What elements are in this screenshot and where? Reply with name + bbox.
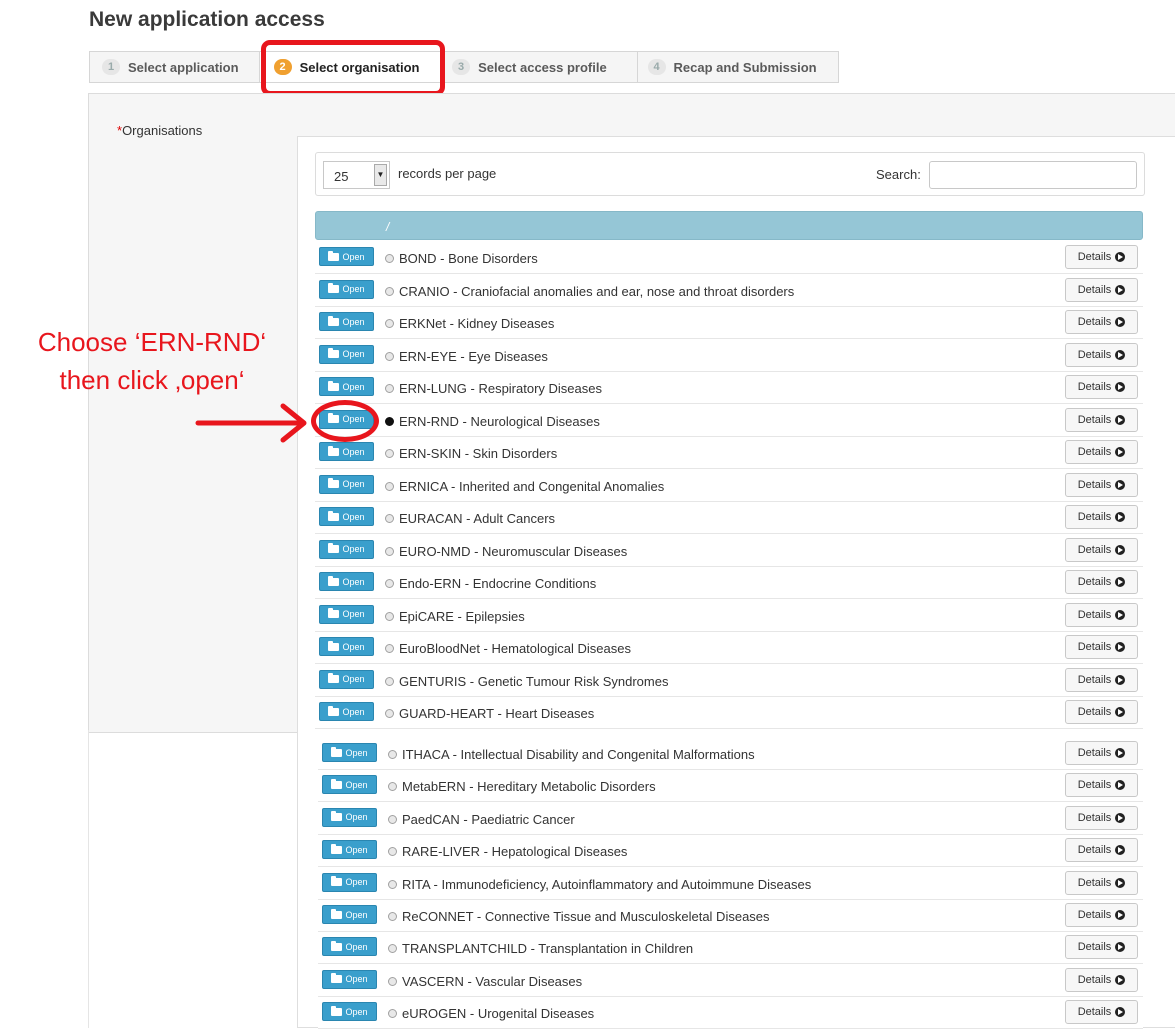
annotation-arrow-icon bbox=[195, 403, 307, 443]
